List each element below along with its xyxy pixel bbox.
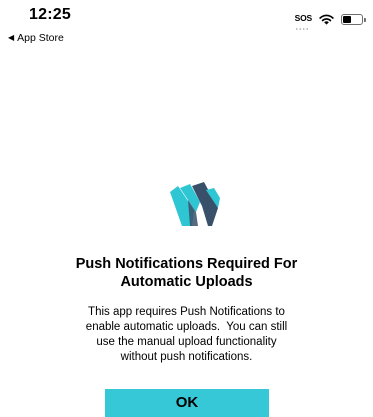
sos-indicator: SOS [294,9,313,30]
dialog-title: Push Notifications Required For Automati… [40,255,333,291]
dialog-message: This app requires Push Notifications to … [40,305,333,365]
sos-label: SOS [294,13,313,23]
status-bar: 12:25 ◀ App Store SOS [0,0,373,48]
wifi-icon [319,14,334,25]
status-time: 12:25 [29,6,71,23]
ok-button[interactable]: OK [105,389,269,417]
dialog-message-line: This app requires Push Notifications to [88,306,285,318]
dialog-title-line: Automatic Uploads [120,274,253,290]
dialog-message-line: without push notifications. [120,351,253,363]
back-triangle-icon: ◀ [8,33,15,42]
battery-level-fill [343,16,352,23]
battery-icon [341,14,366,25]
back-to-app-store-link[interactable]: ◀ App Store [8,32,64,44]
dialog-message-line: enable automatic uploads. You can still [85,321,288,333]
signal-dots-icon [294,28,309,30]
status-indicators: SOS [294,9,366,30]
dialog-title-line: Push Notifications Required For [75,256,298,272]
back-link-label: App Store [17,32,64,44]
app-logo-icon [170,182,220,226]
dialog-message-line: use the manual upload functionality [96,336,277,348]
